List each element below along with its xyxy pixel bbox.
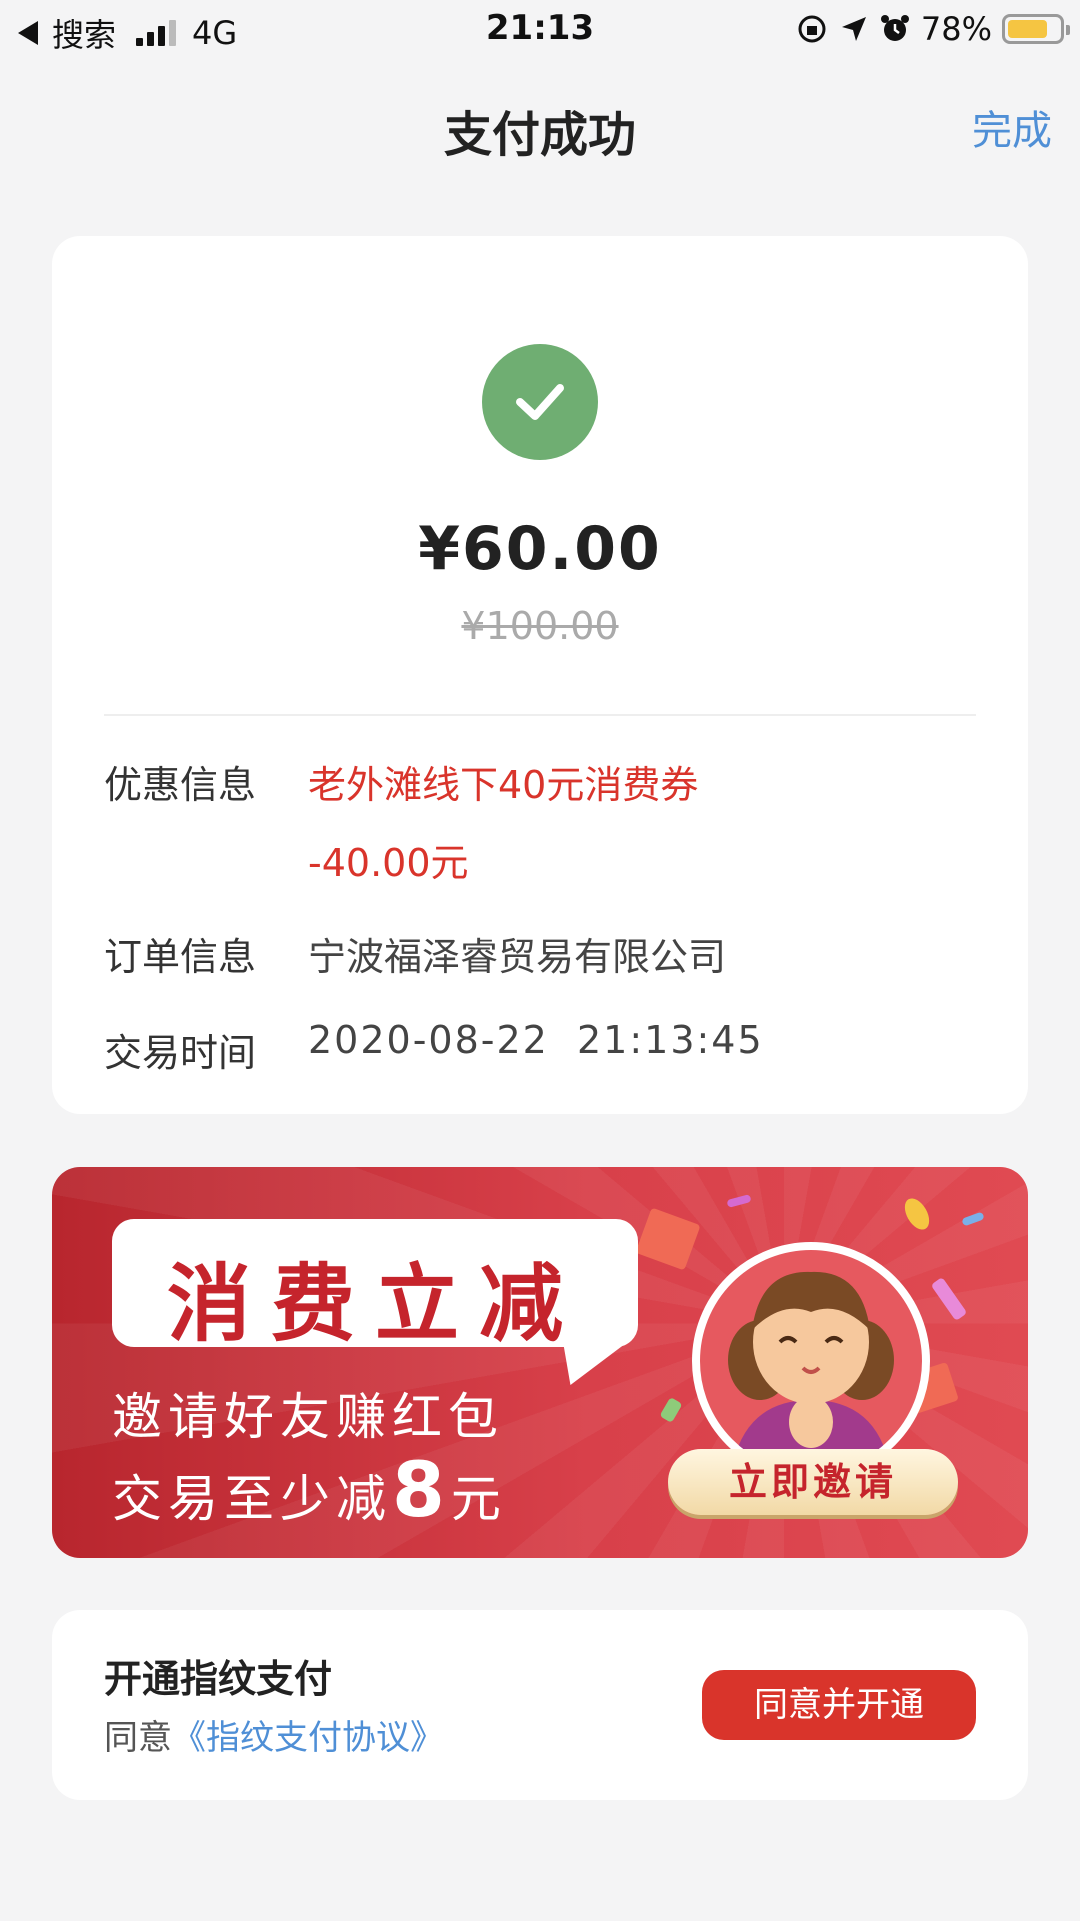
success-check-icon	[482, 344, 598, 460]
discount-name: 老外滩线下40元消费券	[308, 763, 699, 807]
agree-and-enable-button[interactable]: 同意并开通	[702, 1670, 976, 1740]
banner-line-2: 交易至少减8元	[112, 1445, 507, 1534]
alarm-icon	[880, 15, 909, 41]
done-button[interactable]: 完成	[972, 98, 1052, 156]
paid-amount: ¥60.00	[418, 514, 662, 584]
fingerprint-agreement-link[interactable]: 《指纹支付协议》	[172, 1718, 444, 1758]
fingerprint-agreement-line: 同意《指纹支付协议》	[104, 1710, 444, 1759]
page-title: 支付成功	[443, 107, 636, 163]
divider	[104, 714, 976, 716]
payment-result-card: ¥60.00 ¥100.00 优惠信息 老外滩线下40元消费券 -40.00元 …	[52, 236, 1028, 1114]
banner-line-2-suffix: 元	[450, 1470, 507, 1528]
banner-line-2-prefix: 交易至少减	[112, 1470, 392, 1528]
banner-line-1: 邀请好友赚红包	[112, 1388, 504, 1446]
fingerprint-title: 开通指纹支付	[104, 1657, 333, 1701]
battery-icon	[1002, 14, 1070, 44]
battery-percent: 78%	[920, 10, 992, 48]
invite-promo-banner[interactable]: 消费立减 邀请好友赚红包 交易至少减8元 立即邀请	[52, 1167, 1028, 1558]
banner-discount-number: 8	[392, 1445, 451, 1534]
battery-fill	[1008, 20, 1047, 38]
discount-label: 优惠信息	[104, 763, 257, 807]
rotation-lock-icon	[798, 15, 826, 43]
order-value: 宁波福泽睿贸易有限公司	[308, 935, 727, 979]
discount-value: -40.00元	[308, 841, 469, 885]
status-bar: 搜索 4G 21:13 78%	[0, 0, 1080, 60]
location-icon	[841, 17, 866, 41]
order-label: 订单信息	[104, 935, 257, 979]
status-right: 78%	[795, 10, 1070, 48]
girl-avatar-illustration	[692, 1242, 930, 1480]
fingerprint-payment-card: 开通指纹支付 同意《指纹支付协议》 同意并开通	[52, 1610, 1028, 1800]
time-label: 交易时间	[104, 1031, 257, 1075]
original-amount: ¥100.00	[461, 604, 619, 648]
headline-bubble: 消费立减	[112, 1219, 638, 1353]
banner-headline: 消费立减	[166, 1254, 583, 1353]
invite-now-button[interactable]: 立即邀请	[668, 1449, 958, 1515]
time-value: 2020-08-22 21:13:45	[308, 1018, 764, 1062]
agree-prefix: 同意	[104, 1718, 172, 1758]
